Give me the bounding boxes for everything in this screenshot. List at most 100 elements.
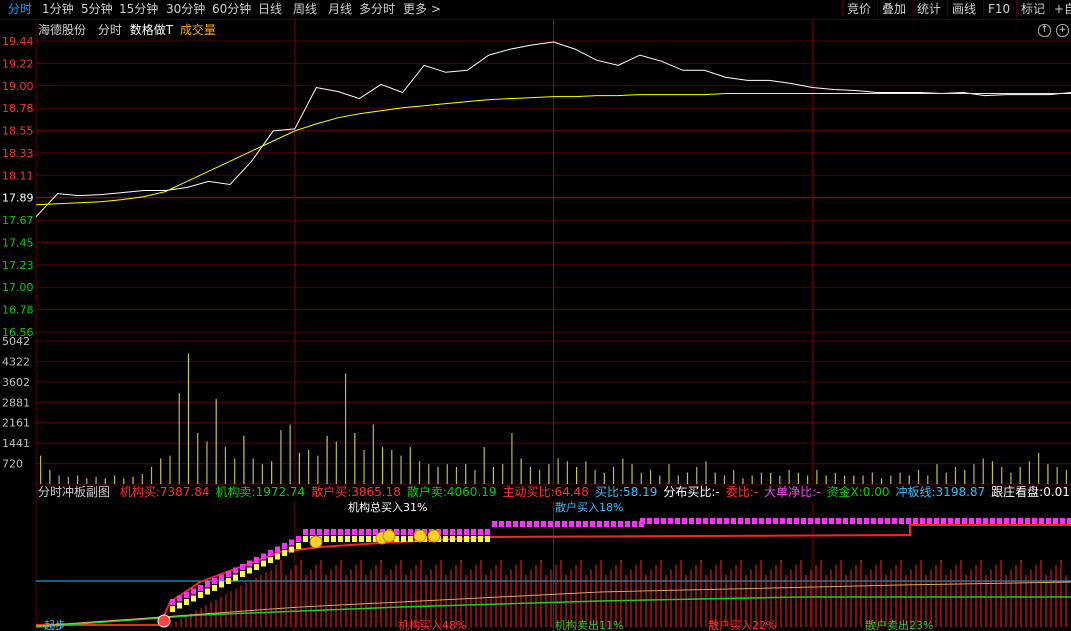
inst-block — [289, 539, 294, 546]
volume-axis-tick: 3602 — [2, 376, 30, 389]
add-indicator-icon[interactable]: + — [1056, 24, 1069, 37]
inst-block — [177, 595, 182, 602]
sub-indicator-value: 跟庄看盘:0.01 — [991, 485, 1070, 499]
indicator-label[interactable]: 数格做T — [130, 23, 173, 37]
period-tab[interactable]: 周线 — [293, 2, 317, 17]
inst-block — [780, 518, 785, 524]
toolbar-button[interactable]: 叠加 — [877, 0, 910, 18]
retail-block — [457, 536, 462, 542]
inst-block — [668, 518, 673, 524]
inst-block — [590, 521, 595, 527]
sub-indicator-number: 64.48 — [554, 485, 589, 499]
price-axis-tick: 18.55 — [2, 125, 34, 138]
inst-block — [808, 518, 813, 524]
smiley-icon — [413, 529, 427, 543]
inst-block — [212, 578, 217, 584]
toolbar-button[interactable]: 画线 — [947, 0, 980, 18]
volume-axis-tick: 1441 — [2, 437, 30, 450]
inst-block — [920, 518, 925, 524]
inst-block — [331, 529, 336, 535]
inst-block — [654, 518, 659, 524]
toolbar-button[interactable]: 标记 — [1016, 0, 1049, 18]
period-tab[interactable]: 1分钟 — [42, 2, 74, 17]
inst-block — [857, 518, 862, 524]
period-tab[interactable]: 更多 > — [403, 2, 441, 17]
retail-block — [345, 536, 350, 542]
inst-block — [569, 521, 574, 527]
price-axis-tick: 19.22 — [2, 57, 34, 70]
sub-indicator-value: 大单净比:- — [764, 485, 820, 499]
price-axis-tick: 18.33 — [2, 147, 34, 160]
grid-lines — [35, 19, 1071, 631]
smiley-icon — [427, 529, 441, 543]
retail-block — [184, 599, 189, 605]
period-tab[interactable]: 30分钟 — [166, 2, 205, 17]
toolbar-button[interactable]: 统计 — [912, 0, 945, 18]
inst-block — [324, 529, 329, 535]
period-tab[interactable]: 多分时 — [359, 2, 395, 17]
sub-indicator-number: 1972.74 — [255, 485, 306, 499]
inst-block — [724, 518, 729, 524]
period-tab[interactable]: 15分钟 — [119, 2, 158, 17]
period-tab[interactable]: 5分钟 — [81, 2, 113, 17]
sub-indicator-number: 7387.84 — [159, 485, 210, 499]
inst-block — [731, 518, 736, 524]
sub-indicator-label: 主动买比: — [502, 485, 555, 499]
period-tab[interactable]: 60分钟 — [212, 2, 251, 17]
toolbar-button[interactable]: +自 — [1049, 0, 1071, 18]
sub-indicator-label: 大单净比: — [764, 485, 817, 499]
period-tab[interactable]: 日线 — [258, 2, 282, 17]
period-tab[interactable]: 月线 — [328, 2, 352, 17]
retail-block — [254, 564, 259, 570]
sub-indicator-number: 3865.18 — [351, 485, 401, 499]
inst-block — [885, 518, 890, 524]
sub-annotation: 散户卖出23% — [865, 618, 933, 631]
inst-block — [604, 521, 609, 527]
retail-block — [478, 536, 483, 542]
price-axis-tick: 18.78 — [2, 102, 34, 115]
sub-indicator-value: 分布买比:- — [663, 485, 719, 499]
sub-indicator-number: 4060.19 — [446, 485, 497, 499]
sub-indicator-label: 资金X: — [826, 485, 863, 499]
retail-block — [282, 550, 287, 556]
inst-block — [892, 518, 897, 524]
inst-block — [829, 518, 834, 524]
inst-block — [275, 546, 280, 553]
collapse-up-icon[interactable]: ↑ — [1038, 24, 1051, 37]
inst-block — [282, 543, 287, 549]
sub-indicator-value: 冲板线:3198.87 — [896, 485, 986, 499]
inst-block — [478, 529, 483, 535]
inst-block — [401, 529, 406, 535]
chart-area[interactable]: 19.44 19.22 19.00 18.78 18.55 18.33 18.11 17.89… — [0, 19, 1071, 631]
inst-block — [457, 529, 462, 535]
inst-block — [864, 518, 869, 524]
inst-block — [759, 518, 764, 524]
sub-indicator-number: - — [753, 485, 759, 499]
sub-annotation: 机构卖出11% — [555, 618, 623, 631]
inst-block — [871, 518, 876, 524]
inst-block — [1032, 518, 1037, 524]
inst-block — [247, 560, 252, 567]
sub-indicator-label: 分布买比: — [663, 485, 716, 499]
inst-block — [647, 518, 652, 524]
retail-block — [177, 602, 182, 609]
volume-label: 成交量 — [179, 23, 216, 37]
retail-block — [303, 536, 308, 542]
inst-block — [794, 518, 799, 524]
volume-axis-tick: 2161 — [2, 417, 30, 430]
retail-block — [198, 592, 203, 598]
sub-annotation: 起步 — [44, 619, 66, 631]
inst-block — [990, 518, 995, 524]
period-tab[interactable]: 分时 — [8, 2, 32, 17]
toolbar-button[interactable]: F10 — [983, 0, 1014, 18]
volume-axis-tick: 4322 — [2, 355, 30, 368]
inst-block — [632, 521, 637, 527]
sub-indicator-label: 跟庄看盘: — [991, 485, 1044, 499]
inst-block — [1067, 518, 1071, 524]
retail-block — [464, 536, 469, 542]
retail-block — [275, 553, 280, 560]
toolbar-button[interactable]: 竞价 — [842, 0, 875, 18]
inst-block — [710, 518, 715, 524]
inst-block — [752, 518, 757, 524]
retail-block — [352, 536, 357, 542]
